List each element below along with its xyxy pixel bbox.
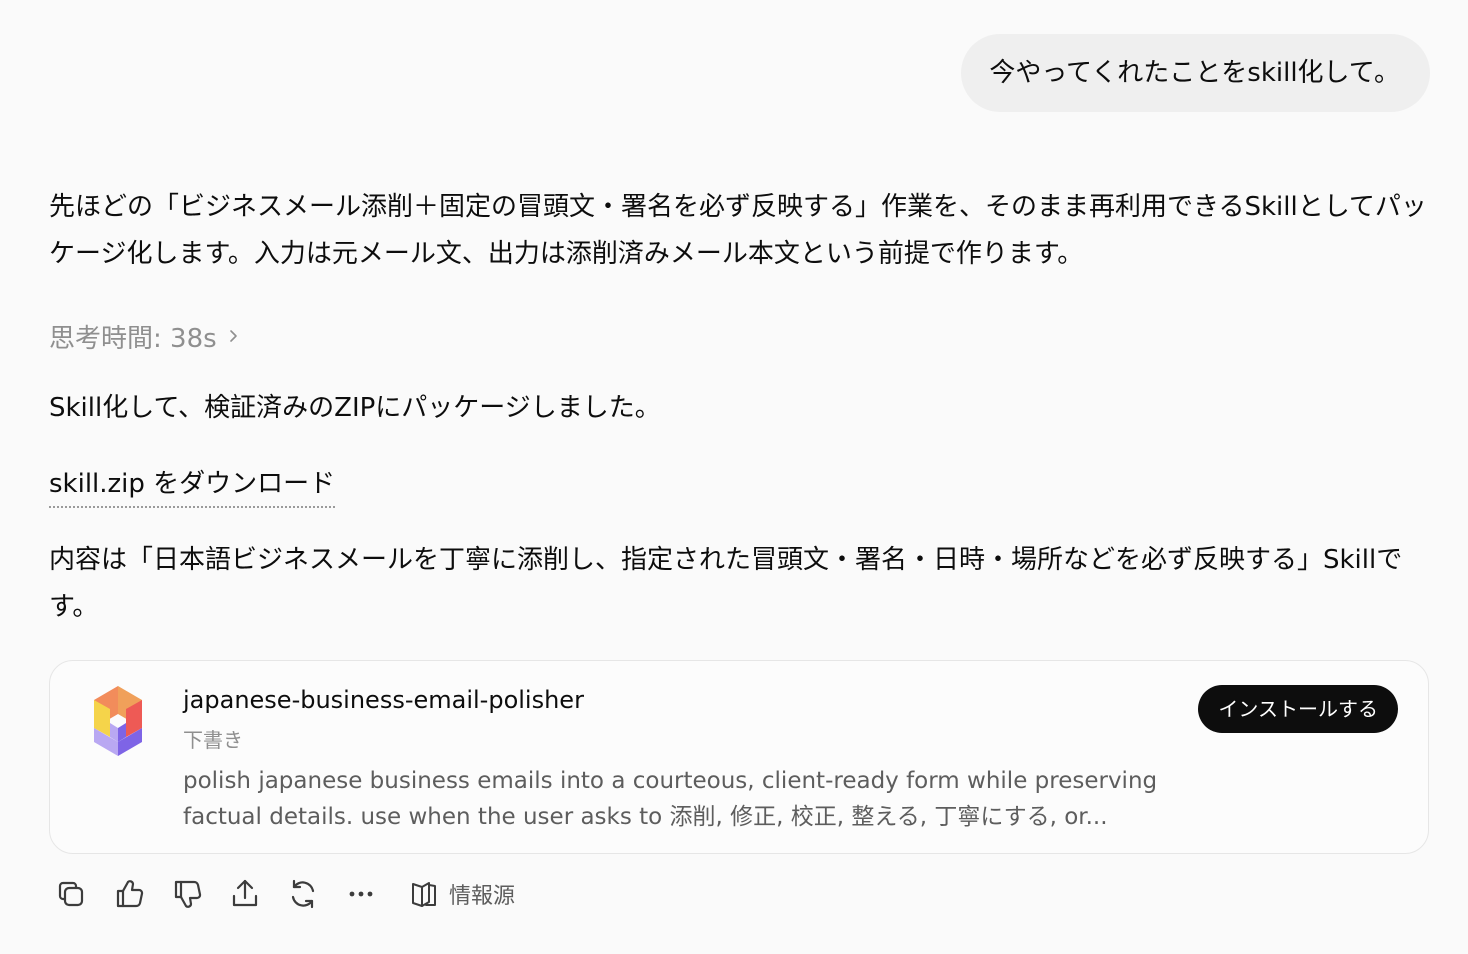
skill-cube-icon <box>94 686 142 756</box>
copy-icon <box>58 881 84 907</box>
skill-description: polish japanese business emails into a c… <box>183 768 1158 830</box>
skill-status-label: 下書き <box>183 728 243 752</box>
thumbs-up-button[interactable] <box>107 872 151 916</box>
sources-button[interactable]: 情報源 <box>403 872 521 916</box>
install-button[interactable]: インストールする <box>1198 685 1398 733</box>
more-icon <box>349 891 373 897</box>
skill-name: japanese-business-email-polisher <box>183 686 584 714</box>
thumbs-down-button[interactable] <box>165 872 209 916</box>
regenerate-icon <box>291 879 315 909</box>
chevron-right-icon <box>229 330 237 342</box>
assistant-packaged-text: Skill化して、検証済みのZIPにパッケージしました。 <box>49 393 661 423</box>
user-message-text: 今やってくれたことをskill化して。 <box>989 58 1400 88</box>
more-options-button[interactable] <box>339 872 383 916</box>
sources-label: 情報源 <box>449 884 516 909</box>
assistant-contents-text: 内容は「日本語ビジネスメールを丁寧に添削し、指定された冒頭文・署名・日時・場所な… <box>49 545 1403 622</box>
thumbs-up-icon <box>116 880 144 908</box>
thinking-toggle[interactable]: 思考時間: 38s <box>49 314 241 358</box>
book-icon <box>412 882 436 907</box>
copy-button[interactable] <box>49 872 93 916</box>
assistant-intro-text: 先ほどの「ビジネスメール添削＋固定の冒頭文・署名を必ず反映する」作業を、そのまま… <box>49 192 1427 269</box>
skill-card: japanese-business-email-polisher 下書き pol… <box>49 660 1429 854</box>
share-icon <box>232 879 258 907</box>
thumbs-down-icon <box>174 880 202 908</box>
message-action-bar: 情報源 <box>49 872 521 916</box>
user-message-bubble: 今やってくれたことをskill化して。 <box>961 34 1430 112</box>
share-button[interactable] <box>223 872 267 916</box>
regenerate-button[interactable] <box>281 872 325 916</box>
thinking-label: 思考時間: 38s <box>49 323 217 354</box>
download-skill-zip-link[interactable]: skill.zip をダウンロード <box>49 462 336 508</box>
